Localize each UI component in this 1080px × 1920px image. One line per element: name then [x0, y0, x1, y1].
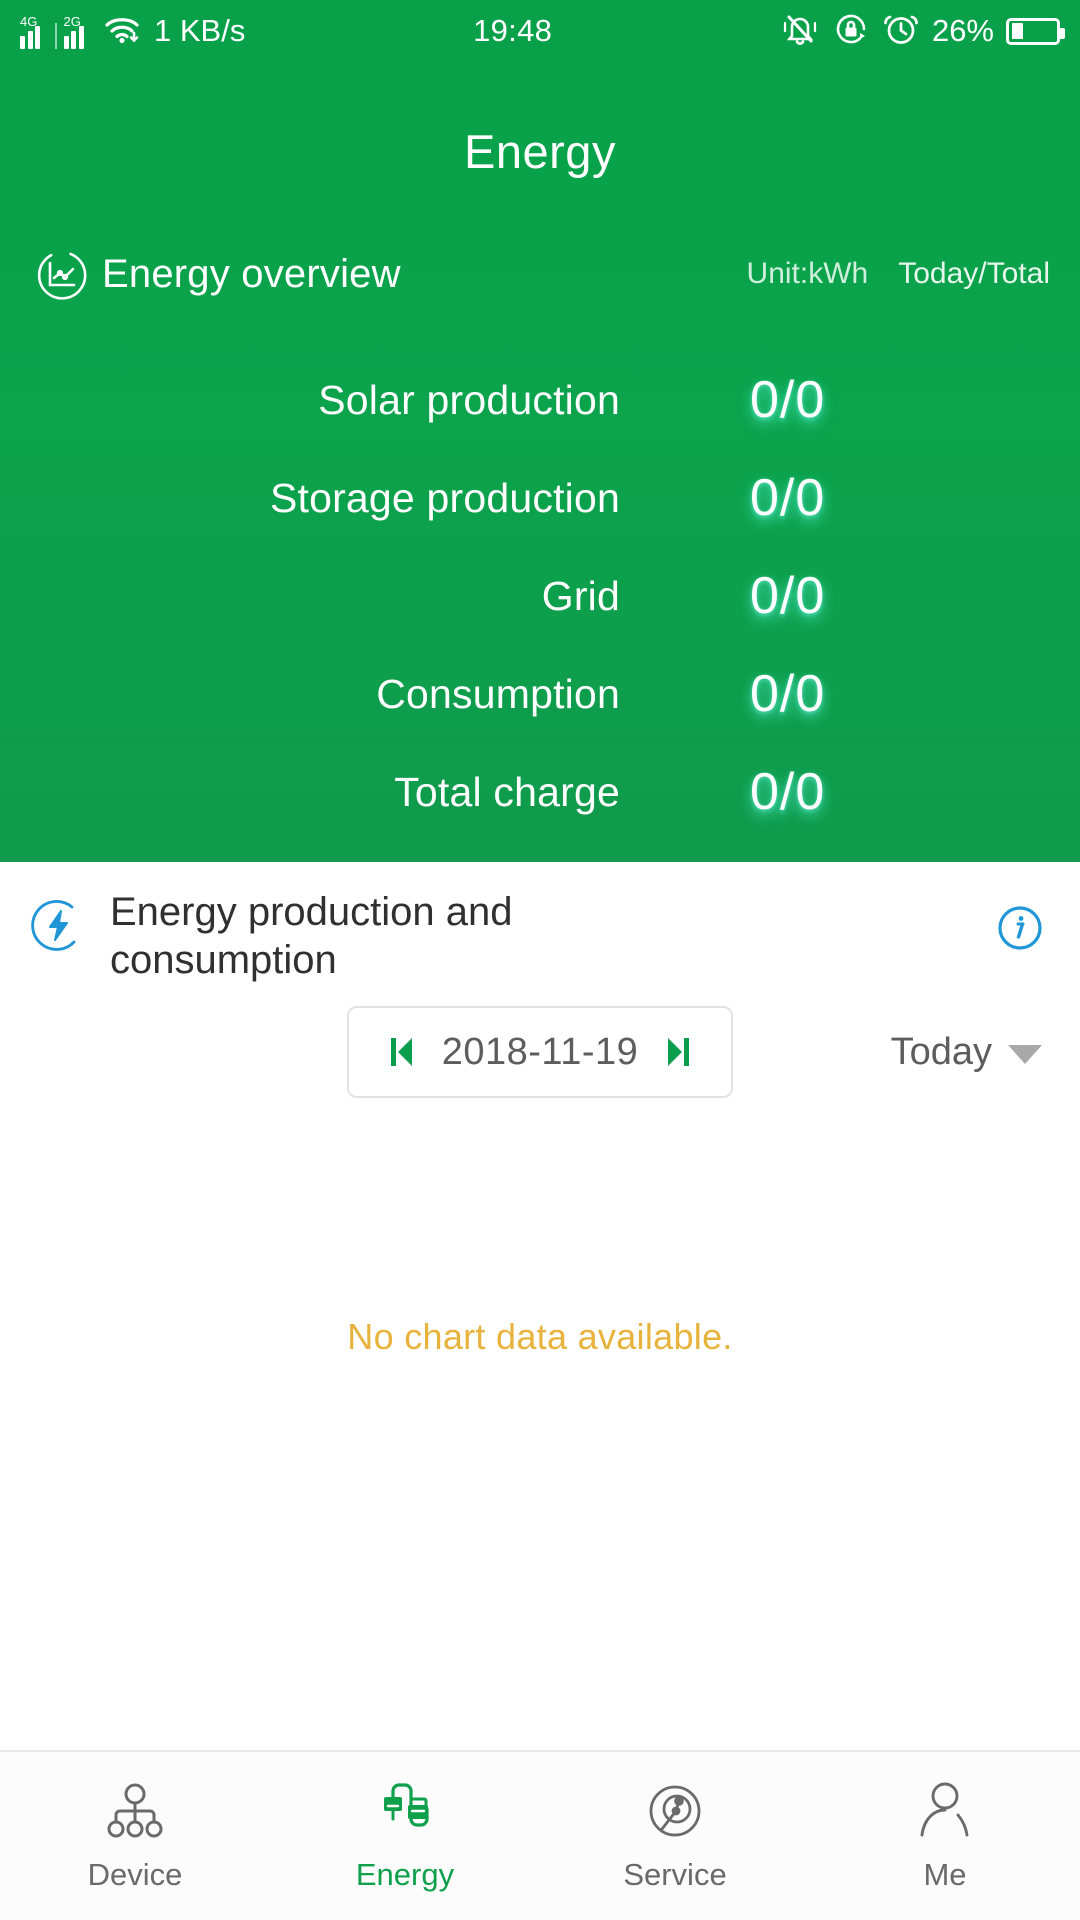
- stat-row-solar-production: Solar production 0/0: [0, 351, 1080, 449]
- alarm-clock-icon: [882, 10, 920, 53]
- stat-row-grid: Grid 0/0: [0, 547, 1080, 645]
- bottom-navigation: Device Energy Service Me: [0, 1750, 1080, 1920]
- status-bar-right: 26%: [780, 10, 1065, 53]
- bolt-circle-icon: [28, 894, 90, 956]
- device-tree-icon: [103, 1779, 167, 1843]
- chevron-down-icon: [1008, 1045, 1042, 1064]
- app-root: 4G 2G 1 KB/s 19:48 26% Energy Energy ove…: [0, 0, 1080, 1920]
- tab-service[interactable]: Service: [540, 1752, 810, 1920]
- signal-divider: [54, 23, 57, 49]
- stat-label: Grid: [541, 572, 620, 619]
- wifi-icon: [104, 14, 142, 49]
- range-label: Today: [890, 1030, 992, 1073]
- battery-icon: [1006, 17, 1065, 45]
- tab-energy[interactable]: Energy: [270, 1752, 540, 1920]
- skip-previous-icon[interactable]: [390, 1035, 414, 1069]
- energy-stats-list: Solar production 0/0 Storage production …: [0, 351, 1080, 841]
- no-data-message: No chart data available.: [347, 1316, 733, 1357]
- unit-label: Unit:kWh: [746, 257, 869, 290]
- stat-row-total-charge: Total charge 0/0: [0, 743, 1080, 841]
- page-title: Energy: [464, 125, 616, 178]
- chart-section-header: Energy production and consumption: [0, 862, 1080, 984]
- chart-circle-icon: [32, 245, 90, 303]
- status-bar-left: 4G 2G 1 KB/s: [20, 13, 245, 49]
- person-icon: [913, 1779, 977, 1843]
- signal-2g-label: 2G: [63, 14, 81, 29]
- mute-bell-icon: [780, 11, 820, 52]
- tab-label: Device: [87, 1857, 183, 1892]
- stat-label: Total charge: [394, 768, 620, 815]
- signal-4g-label: 4G: [20, 14, 38, 29]
- stat-value: 0/0: [750, 469, 826, 527]
- stat-value: 0/0: [750, 567, 826, 625]
- period-label: Today/Total: [898, 257, 1050, 290]
- status-bar-center: 19:48: [245, 13, 780, 49]
- rotation-lock-icon: [832, 10, 870, 53]
- stat-value: 0/0: [750, 665, 826, 723]
- stat-row-storage-production: Storage production 0/0: [0, 449, 1080, 547]
- tab-device[interactable]: Device: [0, 1752, 270, 1920]
- date-picker[interactable]: 2018-11-19: [347, 1006, 733, 1098]
- chart-section-title: Energy production and consumption: [110, 890, 513, 982]
- info-icon[interactable]: [996, 904, 1044, 952]
- stat-label: Consumption: [376, 670, 620, 717]
- stat-label: Storage production: [269, 474, 620, 521]
- stat-value: 0/0: [750, 371, 826, 429]
- orbit-radar-icon: [643, 1779, 707, 1843]
- selected-date[interactable]: 2018-11-19: [442, 1031, 639, 1074]
- tab-me[interactable]: Me: [810, 1752, 1080, 1920]
- signal-2g-icon: 2G: [63, 15, 92, 49]
- battery-percent: 26%: [931, 13, 994, 48]
- energy-overview-header: Energy overview Unit:kWh Today/Total: [0, 245, 1080, 303]
- energy-hero-panel: Energy Energy overview Unit:kWh Today/To…: [0, 62, 1080, 862]
- status-bar: 4G 2G 1 KB/s 19:48 26%: [0, 0, 1080, 62]
- energy-overview-label: Energy overview: [102, 251, 401, 296]
- date-selector-row: 2018-11-19 Today: [0, 1006, 1080, 1098]
- status-time: 19:48: [473, 13, 553, 48]
- tab-label: Service: [623, 1857, 727, 1892]
- stat-row-consumption: Consumption 0/0: [0, 645, 1080, 743]
- stat-label: Solar production: [318, 376, 620, 423]
- skip-next-icon[interactable]: [666, 1035, 690, 1069]
- tab-label: Me: [923, 1857, 967, 1892]
- signal-4g-icon: 4G: [20, 15, 48, 49]
- tab-label: Energy: [355, 1857, 455, 1892]
- network-speed: 1 KB/s: [154, 13, 246, 48]
- plug-cable-icon: [373, 1779, 437, 1843]
- stat-value: 0/0: [750, 763, 826, 821]
- range-dropdown[interactable]: Today: [891, 1031, 1042, 1074]
